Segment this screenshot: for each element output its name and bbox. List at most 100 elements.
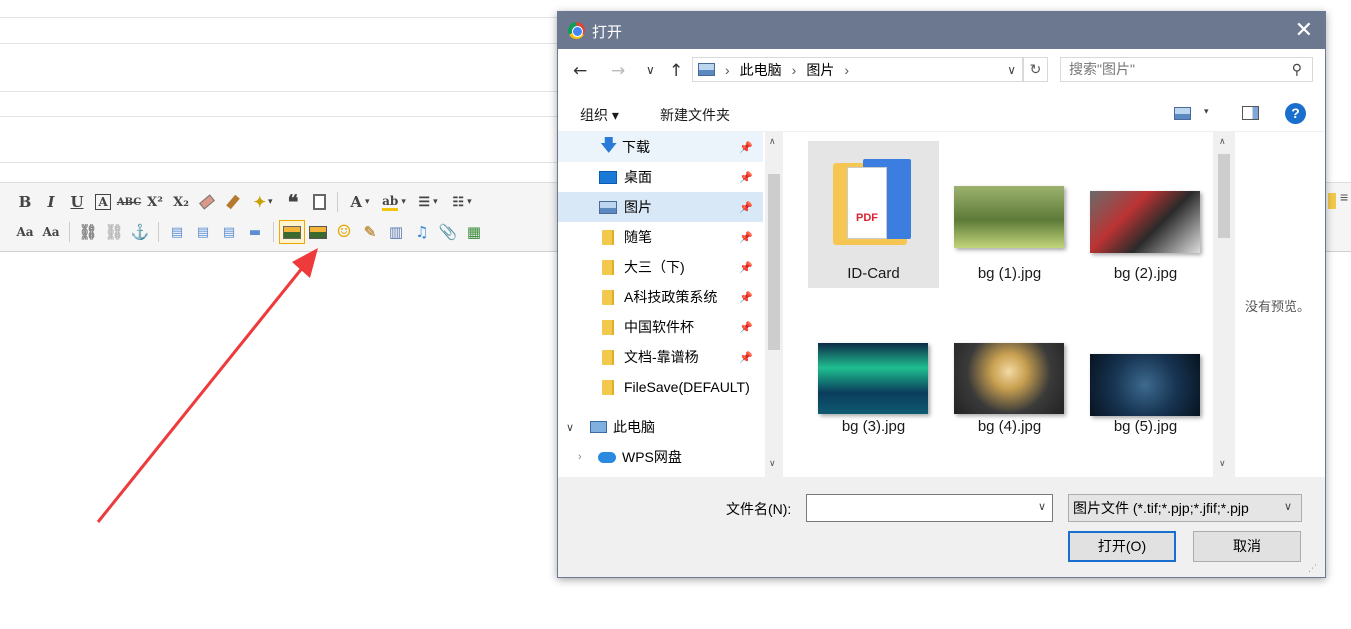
image-thumbnail [1090, 354, 1200, 416]
file-list: PDF ID-Card bg (1).jpg bg (2).jpg bg (3)… [783, 132, 1213, 477]
pin-icon: 📌 [739, 201, 753, 214]
file-item-folder[interactable]: PDF ID-Card [808, 141, 939, 288]
filename-input[interactable]: ∨ [806, 494, 1053, 522]
scroll-thumb[interactable] [1218, 154, 1230, 238]
nav-item-label: A科技政策系统 [624, 289, 718, 305]
nav-item-folder[interactable]: 文档-靠谱杨 📌 [558, 342, 763, 372]
scroll-down-icon[interactable]: ∨ [769, 458, 776, 469]
organize-button[interactable]: 组织 ▾ [580, 105, 619, 125]
back-button[interactable]: ← [573, 61, 587, 81]
nav-scrollbar[interactable]: ∧ ∨ [765, 132, 783, 477]
file-item-image[interactable]: bg (2).jpg [1080, 141, 1211, 288]
nav-item-label: 中国软件杯 [624, 319, 694, 335]
file-name: bg (3).jpg [841, 418, 906, 435]
forward-button[interactable]: → [611, 61, 625, 81]
scroll-thumb[interactable] [768, 174, 780, 350]
filename-dropdown-icon[interactable]: ∨ [1038, 500, 1046, 513]
filetype-dropdown-icon[interactable]: ∨ [1284, 500, 1292, 513]
desktop-icon [599, 170, 617, 184]
navigation-pane: 🡇 下载 📌 桌面 📌 图片 📌 随笔 📌 大三（下) 📌 A科技政策系统 📌 … [558, 132, 765, 477]
scroll-up-icon[interactable]: ∧ [1219, 136, 1226, 147]
file-item-image[interactable]: bg (1).jpg [944, 141, 1075, 288]
download-arrow-icon: 🡇 [600, 135, 618, 155]
nav-item-label: 桌面 [624, 169, 652, 185]
nav-item-downloads[interactable]: 🡇 下载 📌 [558, 132, 763, 162]
breadcrumb-pictures[interactable]: 图片 [806, 60, 834, 80]
nav-item-label: 下载 [622, 139, 650, 155]
cancel-button[interactable]: 取消 [1193, 531, 1301, 562]
nav-item-folder[interactable]: 随笔 📌 [558, 222, 763, 252]
cloud-icon [598, 451, 616, 463]
folder-icon [602, 289, 614, 305]
nav-item-label: 文档-靠谱杨 [624, 349, 699, 365]
dialog-title: 打开 [592, 24, 623, 41]
pictures-icon [599, 200, 617, 214]
expand-chevron-icon[interactable]: › [578, 451, 592, 463]
pdf-folder-icon: PDF [833, 155, 913, 247]
recent-locations-button[interactable]: ∨ [646, 63, 655, 77]
folder-icon [602, 259, 614, 275]
dialog-titlebar: 打开 ✕ [558, 12, 1325, 49]
file-name: bg (1).jpg [977, 265, 1042, 282]
resize-grip-icon[interactable]: ⋰ [1308, 563, 1317, 574]
nav-item-label: 大三（下) [624, 259, 685, 275]
breadcrumb-this-pc[interactable]: 此电脑 [740, 60, 782, 80]
file-name: bg (2).jpg [1113, 265, 1178, 282]
pin-icon: 📌 [739, 321, 753, 334]
open-button[interactable]: 打开(O) [1068, 531, 1176, 562]
view-options-icon[interactable] [1174, 107, 1191, 120]
nav-item-this-pc[interactable]: ∨ 此电脑 [558, 412, 763, 442]
scroll-up-icon[interactable]: ∧ [769, 136, 776, 147]
file-item-image[interactable]: bg (5).jpg [1080, 288, 1211, 435]
computer-icon [590, 421, 607, 433]
pin-icon: 📌 [739, 261, 753, 274]
new-folder-button[interactable]: 新建文件夹 [660, 105, 730, 125]
nav-item-wps-cloud[interactable]: › WPS网盘 [558, 442, 763, 472]
pin-icon: 📌 [739, 171, 753, 184]
nav-item-pictures[interactable]: 图片 📌 [558, 192, 763, 222]
help-button[interactable]: ? [1285, 103, 1306, 124]
breadcrumb-separator: › [725, 61, 730, 78]
folder-icon [602, 319, 614, 335]
preview-pane-icon[interactable] [1242, 106, 1259, 120]
nav-item-folder[interactable]: 中国软件杯 📌 [558, 312, 763, 342]
file-item-image[interactable]: bg (3).jpg [808, 288, 939, 435]
pin-icon: 📌 [739, 231, 753, 244]
filetype-select[interactable]: 图片文件 (*.tif;*.pjp;*.jfif;*.pjp [1068, 494, 1302, 522]
search-input[interactable]: 搜索"图片" ⚲ [1060, 57, 1313, 82]
filetype-value: 图片文件 (*.tif;*.pjp;*.jfif;*.pjp [1073, 500, 1249, 516]
dialog-footer: 文件名(N): ∨ 图片文件 (*.tif;*.pjp;*.jfif;*.pjp… [558, 477, 1325, 577]
nav-item-label: WPS网盘 [622, 449, 682, 465]
pictures-icon [698, 63, 715, 76]
annotation-arrow-icon [96, 248, 318, 523]
open-file-dialog: 打开 ✕ ← → ∨ ↑ › 此电脑 › 图片 › ∨ ↻ 搜索"图片" ⚲ 组… [557, 11, 1326, 578]
refresh-button[interactable]: ↻ [1023, 57, 1048, 82]
address-dropdown-icon[interactable]: ∨ [1007, 63, 1016, 77]
nav-item-folder[interactable]: A科技政策系统 📌 [558, 282, 763, 312]
file-item-image[interactable]: bg (4).jpg [944, 288, 1075, 435]
search-placeholder: 搜索"图片" [1069, 61, 1135, 77]
address-bar[interactable]: › 此电脑 › 图片 › ∨ [692, 57, 1023, 82]
nav-item-desktop[interactable]: 桌面 📌 [558, 162, 763, 192]
image-thumbnail [954, 186, 1064, 248]
expand-chevron-icon[interactable]: ∨ [566, 421, 580, 434]
list-icon[interactable]: ≡ [1340, 189, 1348, 205]
preview-pane: 没有预览。 [1235, 132, 1325, 477]
address-bar-area: ← → ∨ ↑ › 此电脑 › 图片 › ∨ ↻ 搜索"图片" ⚲ [558, 49, 1325, 96]
breadcrumb-separator: › [791, 61, 797, 78]
folder-icon [602, 229, 614, 245]
nav-item-folder[interactable]: FileSave(DEFAULT) [558, 372, 763, 402]
command-bar: 组织 ▾ 新建文件夹 ▾ ? [558, 96, 1325, 132]
up-button[interactable]: ↑ [669, 61, 683, 81]
close-button[interactable]: ✕ [1295, 18, 1313, 43]
nav-item-label: 此电脑 [613, 419, 655, 435]
folder-icon [602, 379, 614, 395]
folder-icon [602, 349, 614, 365]
nav-item-folder[interactable]: 大三（下) 📌 [558, 252, 763, 282]
image-thumbnail [818, 343, 928, 414]
content-scrollbar[interactable]: ∧ ∨ [1213, 132, 1235, 477]
search-icon: ⚲ [1291, 61, 1302, 77]
view-dropdown-icon[interactable]: ▾ [1204, 106, 1209, 117]
chrome-icon [568, 22, 585, 39]
scroll-down-icon[interactable]: ∨ [1219, 458, 1226, 469]
